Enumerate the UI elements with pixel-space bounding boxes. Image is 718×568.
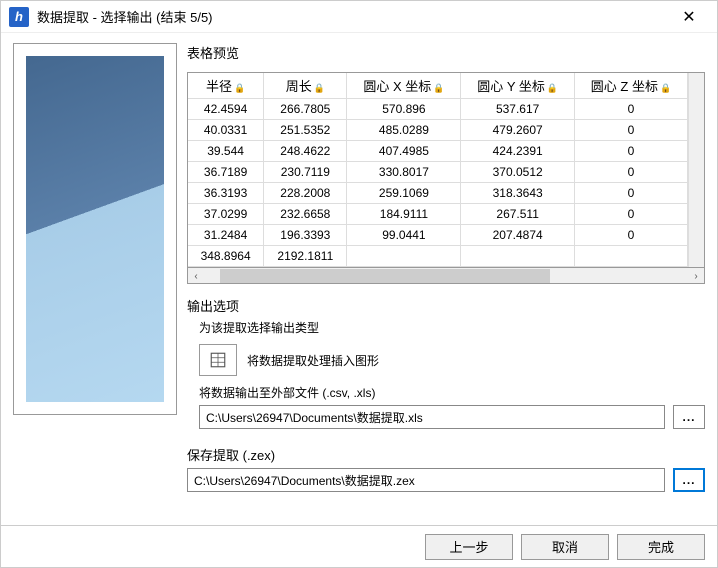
finish-button[interactable]: 完成 [617, 534, 705, 560]
column-header[interactable]: 圆心 X 坐标🔒 [347, 73, 461, 99]
table-cell[interactable]: 0 [574, 183, 687, 204]
table-row[interactable]: 31.2484196.339399.0441207.48740 [188, 225, 688, 246]
table-cell[interactable]: 537.617 [461, 99, 575, 120]
table-cell[interactable]: 40.0331 [188, 120, 264, 141]
lock-icon: 🔒 [314, 83, 325, 93]
output-type-label: 为该提取选择输出类型 [199, 319, 705, 336]
cancel-button[interactable]: 取消 [521, 534, 609, 560]
table-cell[interactable] [461, 246, 575, 267]
table-cell[interactable]: 42.4594 [188, 99, 264, 120]
table-preview-label: 表格预览 [187, 43, 705, 62]
table-cell[interactable]: 251.5352 [264, 120, 347, 141]
app-icon: h [9, 7, 29, 27]
table-cell[interactable]: 37.0299 [188, 204, 264, 225]
table-cell[interactable]: 407.4985 [347, 141, 461, 162]
table-row[interactable]: 36.7189230.7119330.8017370.05120 [188, 162, 688, 183]
save-extract-label: 保存提取 (.zex) [187, 445, 705, 464]
table-cell[interactable]: 348.8964 [188, 246, 264, 267]
column-header[interactable]: 半径🔒 [188, 73, 264, 99]
lock-icon: 🔒 [433, 83, 444, 93]
table-cell[interactable]: 196.3393 [264, 225, 347, 246]
table-cell[interactable]: 36.3193 [188, 183, 264, 204]
horizontal-scrollbar[interactable]: ‹ › [188, 267, 704, 283]
table-cell[interactable]: 259.1069 [347, 183, 461, 204]
table-row[interactable]: 37.0299232.6658184.9111267.5110 [188, 204, 688, 225]
table-cell[interactable]: 99.0441 [347, 225, 461, 246]
table-cell[interactable]: 36.7189 [188, 162, 264, 183]
browse-export-button[interactable]: ... [673, 405, 705, 429]
scroll-thumb[interactable] [220, 269, 550, 283]
table-cell[interactable]: 0 [574, 204, 687, 225]
table-row[interactable]: 36.3193228.2008259.1069318.36430 [188, 183, 688, 204]
column-header[interactable]: 圆心 Z 坐标🔒 [574, 73, 687, 99]
export-file-label: 将数据输出至外部文件 (.csv, .xls) [199, 384, 705, 401]
table-cell[interactable]: 0 [574, 162, 687, 183]
table-cell[interactable]: 184.9111 [347, 204, 461, 225]
table-cell[interactable]: 31.2484 [188, 225, 264, 246]
table-cell[interactable]: 266.7805 [264, 99, 347, 120]
table-cell[interactable]: 267.511 [461, 204, 575, 225]
data-table[interactable]: 半径🔒周长🔒圆心 X 坐标🔒圆心 Y 坐标🔒圆心 Z 坐标🔒 42.459426… [188, 73, 688, 267]
table-cell[interactable]: 318.3643 [461, 183, 575, 204]
table-cell[interactable]: 2192.1811 [264, 246, 347, 267]
table-cell[interactable]: 479.2607 [461, 120, 575, 141]
save-path-input[interactable] [187, 468, 665, 492]
titlebar: h 数据提取 - 选择输出 (结束 5/5) ✕ [1, 1, 717, 33]
dialog-buttons: 上一步 取消 完成 [1, 525, 717, 567]
table-cell[interactable]: 424.2391 [461, 141, 575, 162]
vertical-scrollbar[interactable] [688, 73, 704, 267]
scroll-left-arrow[interactable]: ‹ [188, 268, 204, 284]
insert-label: 将数据提取处理插入图形 [247, 352, 379, 369]
table-cell[interactable]: 248.4622 [264, 141, 347, 162]
table-cell[interactable]: 330.8017 [347, 162, 461, 183]
browse-save-button[interactable]: ... [673, 468, 705, 492]
table-cell[interactable]: 0 [574, 99, 687, 120]
lock-icon: 🔒 [660, 83, 671, 93]
table-cell[interactable]: 485.0289 [347, 120, 461, 141]
table-cell[interactable]: 570.896 [347, 99, 461, 120]
table-cell[interactable]: 0 [574, 141, 687, 162]
insert-into-drawing-button[interactable] [199, 344, 237, 376]
lock-icon: 🔒 [234, 83, 245, 93]
table-insert-icon [209, 351, 227, 369]
preview-thumbnail [26, 56, 164, 402]
table-cell[interactable]: 207.4874 [461, 225, 575, 246]
back-button[interactable]: 上一步 [425, 534, 513, 560]
table-cell[interactable]: 232.6658 [264, 204, 347, 225]
export-path-input[interactable] [199, 405, 665, 429]
table-cell[interactable]: 230.7119 [264, 162, 347, 183]
close-button[interactable]: ✕ [669, 3, 709, 31]
table-row[interactable]: 42.4594266.7805570.896537.6170 [188, 99, 688, 120]
scroll-right-arrow[interactable]: › [688, 268, 704, 284]
table-cell[interactable]: 39.544 [188, 141, 264, 162]
column-header[interactable]: 圆心 Y 坐标🔒 [461, 73, 575, 99]
table-cell[interactable] [347, 246, 461, 267]
table-row[interactable]: 40.0331251.5352485.0289479.26070 [188, 120, 688, 141]
table-container: 半径🔒周长🔒圆心 X 坐标🔒圆心 Y 坐标🔒圆心 Z 坐标🔒 42.459426… [187, 72, 705, 284]
column-header[interactable]: 周长🔒 [264, 73, 347, 99]
window-title: 数据提取 - 选择输出 (结束 5/5) [37, 7, 669, 26]
table-row[interactable]: 348.89642192.1811 [188, 246, 688, 267]
table-cell[interactable]: 0 [574, 225, 687, 246]
table-cell[interactable]: 0 [574, 120, 687, 141]
preview-pane [13, 43, 177, 415]
lock-icon: 🔒 [547, 83, 558, 93]
table-cell[interactable] [574, 246, 687, 267]
table-cell[interactable]: 370.0512 [461, 162, 575, 183]
output-options-label: 输出选项 [187, 296, 705, 315]
table-row[interactable]: 39.544248.4622407.4985424.23910 [188, 141, 688, 162]
table-cell[interactable]: 228.2008 [264, 183, 347, 204]
